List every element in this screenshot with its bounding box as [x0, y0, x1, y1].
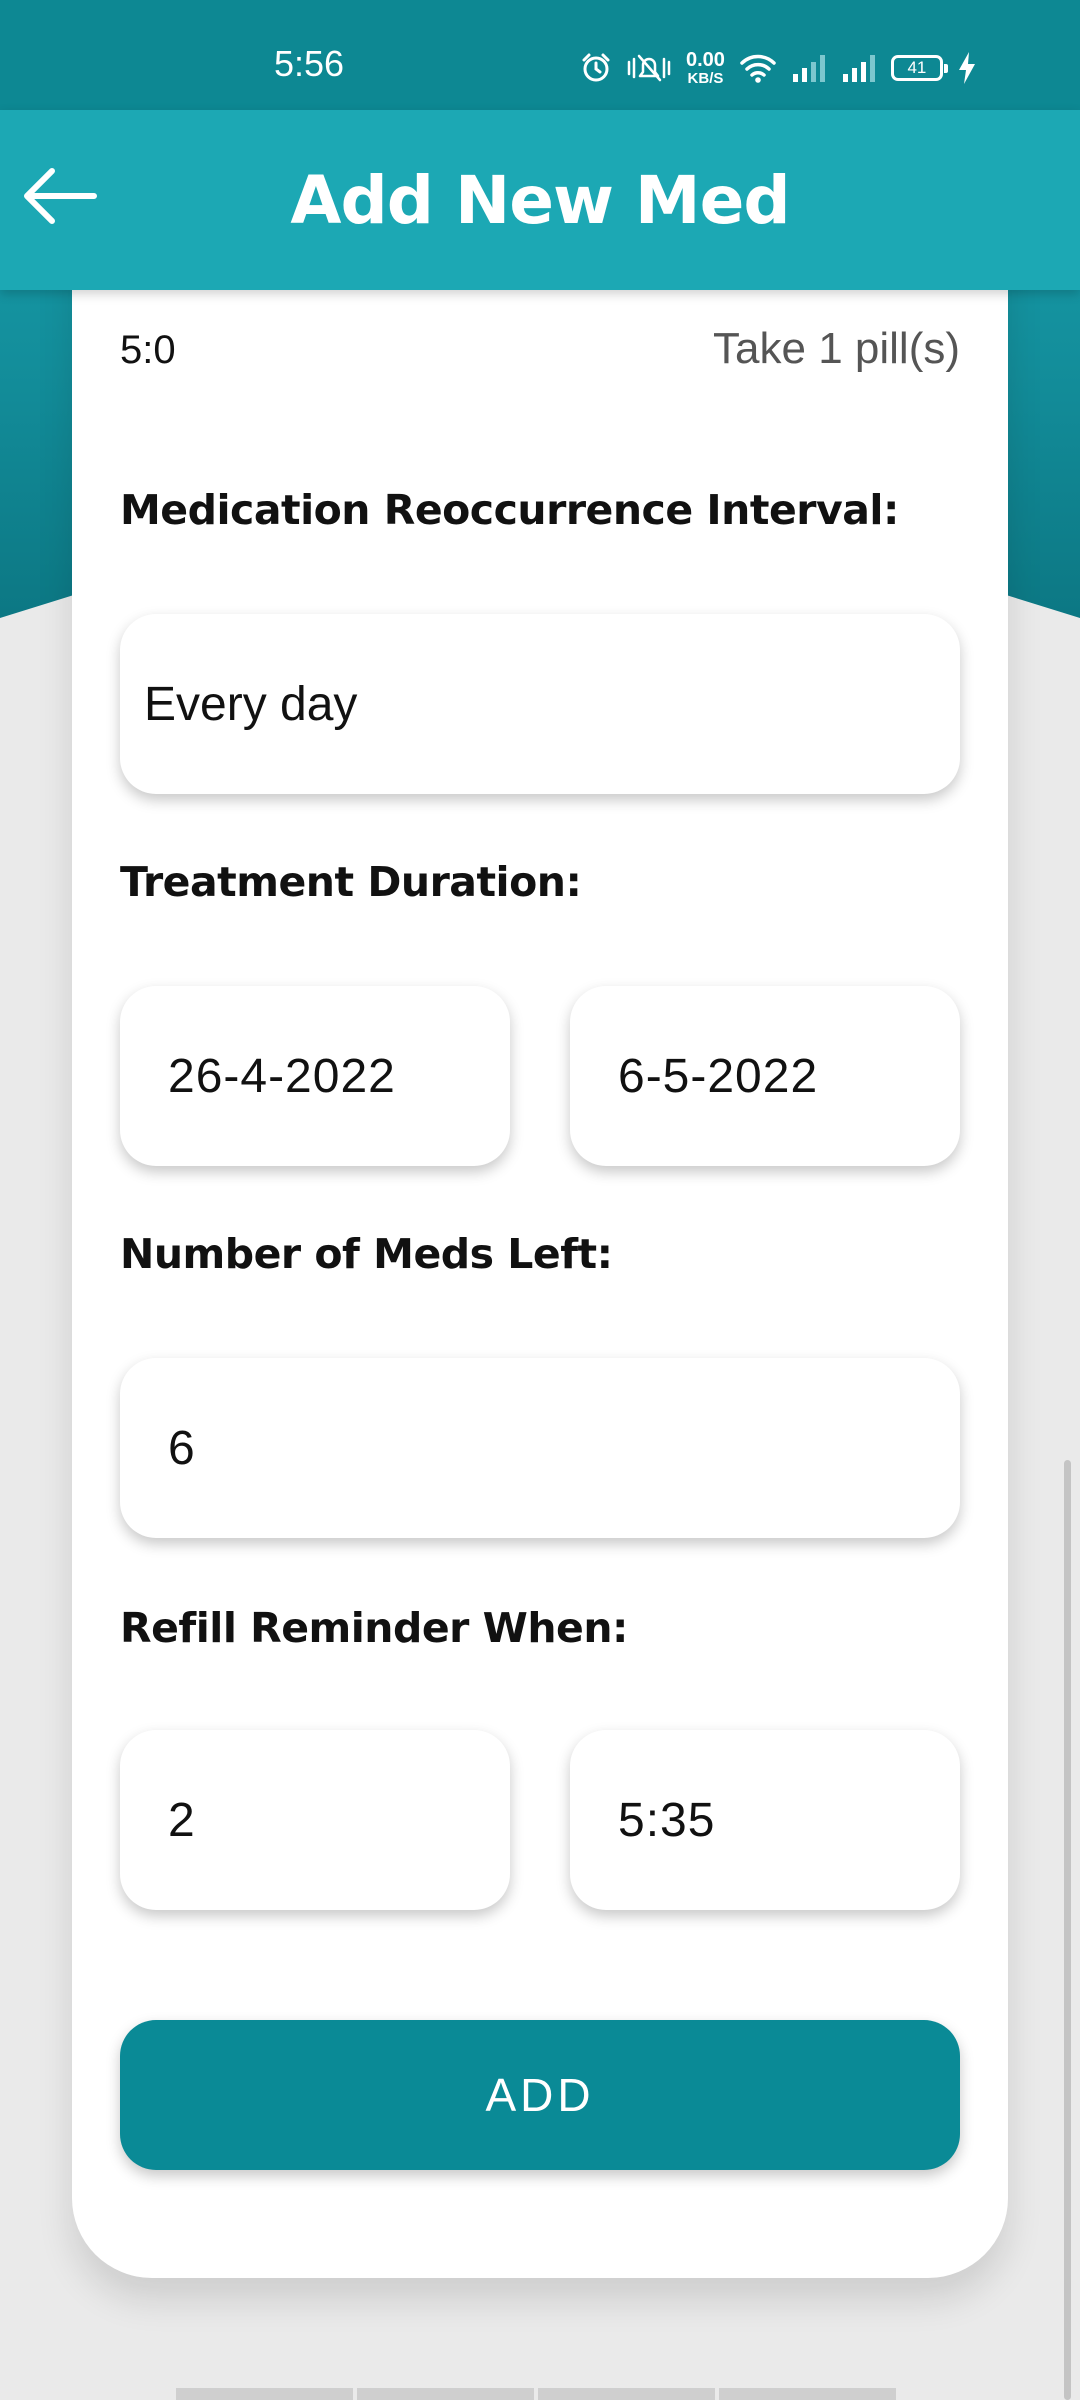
network-speed: 0.00 KB/S [686, 50, 725, 86]
status-icons: 0.00 KB/S 41 [580, 48, 977, 88]
end-date-value: 6-5-2022 [618, 1049, 819, 1103]
network-speed-value: 0.00 [686, 49, 725, 71]
end-date-field[interactable]: 6-5-2022 [570, 986, 960, 1166]
refill-reminder-label: Refill Reminder When: [120, 1604, 628, 1652]
start-date-value: 26-4-2022 [168, 1049, 396, 1103]
bottom-indicator-segment [176, 2388, 353, 2400]
scrollbar[interactable] [1064, 1460, 1071, 2400]
status-bar: 5:56 0.00 KB/S 41 [0, 0, 1080, 110]
network-speed-unit: KB/S [687, 70, 724, 87]
app-bar: Add New Med [0, 110, 1080, 290]
battery-level: 41 [907, 58, 927, 77]
reoccurrence-label: Medication Reoccurrence Interval: [120, 486, 899, 534]
refill-time-value: 5:35 [618, 1793, 716, 1847]
dose-time: 5:0 [120, 328, 176, 372]
bottom-indicator [176, 2388, 896, 2400]
signal-icon [841, 52, 877, 84]
refill-count-field[interactable]: 2 [120, 1730, 510, 1910]
bottom-indicator-segment [719, 2388, 896, 2400]
reoccurrence-dropdown[interactable]: Every day [120, 614, 960, 794]
wifi-icon [739, 52, 777, 84]
dose-amount: Take 1 pill(s) [713, 324, 960, 373]
add-med-form-card: 5:0 Take 1 pill(s) Medication Reoccurren… [72, 200, 1008, 2278]
meds-left-value: 6 [168, 1421, 196, 1475]
meds-left-field[interactable]: 6 [120, 1358, 960, 1538]
charging-icon [957, 51, 977, 85]
reoccurrence-value: Every day [144, 677, 358, 731]
battery-icon: 41 [890, 55, 948, 81]
page-title: Add New Med [290, 162, 790, 239]
refill-time-field[interactable]: 5:35 [570, 1730, 960, 1910]
refill-count-value: 2 [168, 1793, 196, 1847]
meds-left-label: Number of Meds Left: [120, 1230, 613, 1278]
bottom-indicator-segment [538, 2388, 715, 2400]
start-date-field[interactable]: 26-4-2022 [120, 986, 510, 1166]
signal-icon [791, 52, 827, 84]
add-button[interactable]: ADD [120, 2020, 960, 2170]
vibrate-mute-icon [626, 52, 672, 84]
bottom-indicator-segment [357, 2388, 534, 2400]
dose-row: 5:0 Take 1 pill(s) [120, 324, 960, 374]
status-time: 5:56 [274, 43, 345, 84]
alarm-icon [580, 52, 612, 84]
treatment-duration-label: Treatment Duration: [120, 858, 582, 906]
